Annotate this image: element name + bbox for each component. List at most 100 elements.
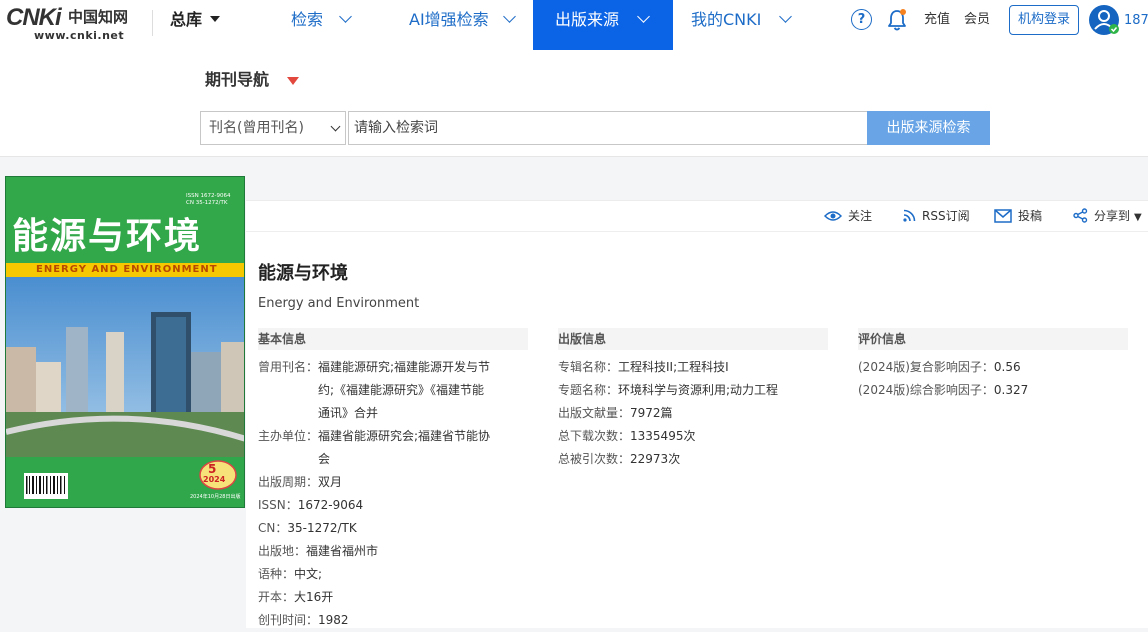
- nav-item-my-cnki[interactable]: 我的CNKI: [691, 0, 793, 50]
- citations-label: 总被引次数：: [558, 452, 631, 466]
- caret-down-icon: ▼: [1134, 212, 1142, 223]
- caret-down-icon[interactable]: [287, 77, 299, 85]
- cn-value: 35-1272/TK: [287, 521, 357, 535]
- evaluation-info-header: 评价信息: [858, 328, 1128, 350]
- chevron-down-icon: [339, 10, 352, 23]
- sponsor-row: 主办单位：: [258, 425, 318, 448]
- topic-row: 专题名称：环境科学与资源利用;动力工程: [558, 379, 778, 402]
- former-names-line: 约;《福建能源研究》《福建节能: [318, 383, 485, 397]
- docs-label: 出版文献量：: [558, 406, 631, 420]
- mail-icon: [994, 208, 1012, 223]
- cover-title-en: ENERGY AND ENVIRONMENT: [36, 264, 218, 275]
- cycle-value: 双月: [318, 475, 343, 489]
- album-label: 专辑名称：: [558, 360, 619, 374]
- composite-impact-label: (2024版)复合影响因子：: [858, 360, 994, 374]
- rss-subscribe-button[interactable]: RSS订阅: [903, 202, 970, 230]
- cnki-logo[interactable]: CNKi 中国知网 www.cnki.net: [6, 5, 134, 43]
- member-link[interactable]: 会员: [964, 0, 990, 40]
- language-value: 中文;: [294, 567, 323, 581]
- journal-cover-image: 能源与环境 ENERGY AND ENVIRONMENT ISSN 1672-9…: [5, 176, 245, 508]
- issn-row: ISSN：1672-9064: [258, 494, 363, 517]
- downloads-row: 总下载次数：1335495次: [558, 425, 695, 448]
- issn-label: ISSN：: [258, 498, 298, 512]
- comprehensive-impact-row: (2024版)综合影响因子：0.327: [858, 379, 1028, 402]
- founded-label: 创刊时间：: [258, 613, 319, 627]
- recharge-link[interactable]: 充值: [924, 0, 950, 40]
- rss-icon: [903, 209, 916, 222]
- share-label: 分享到: [1094, 209, 1131, 223]
- sponsor-value: 福建省能源研究会;福建省节能协 会: [318, 425, 490, 471]
- former-names-label: 曾用刊名：: [258, 360, 319, 374]
- institution-login-button[interactable]: 机构登录: [1009, 5, 1079, 35]
- nav-item-label: 我的CNKI: [691, 10, 762, 29]
- format-value: 大16开: [294, 590, 334, 604]
- docs-row: 出版文献量：7972篇: [558, 402, 673, 425]
- logo-cn-text: 中国知网: [68, 8, 129, 26]
- composite-impact-row: (2024版)复合影响因子：0.56: [858, 356, 1021, 379]
- chevron-down-icon: [637, 10, 650, 23]
- nav-item-label: 出版来源: [555, 10, 620, 29]
- share-icon: [1073, 208, 1088, 223]
- nav-item-label: 检索: [291, 10, 324, 29]
- cn-row: CN：35-1272/TK: [258, 517, 357, 540]
- cycle-label: 出版周期：: [258, 475, 319, 489]
- help-icon[interactable]: ?: [851, 9, 872, 30]
- search-field-select-value: 刊名(曾用刊名): [209, 120, 304, 136]
- format-label: 开本：: [258, 590, 295, 604]
- logo-url-text: www.cnki.net: [34, 29, 125, 42]
- caret-down-icon: [210, 16, 221, 22]
- user-avatar[interactable]: [1089, 5, 1119, 35]
- place-row: 出版地：福建省福州市: [258, 540, 378, 563]
- cover-issn: ISSN 1672-9064: [186, 193, 231, 199]
- database-dropdown[interactable]: 总库: [170, 0, 221, 40]
- topic-label: 专题名称：: [558, 383, 619, 397]
- comprehensive-impact-label: (2024版)综合影响因子：: [858, 383, 994, 397]
- language-label: 语种：: [258, 567, 295, 581]
- chevron-down-icon: [502, 10, 516, 23]
- cover-cn: CN 35-1272/TK: [186, 200, 228, 206]
- sponsor-label: 主办单位：: [258, 429, 319, 443]
- eye-icon: [823, 210, 843, 221]
- composite-impact-value: 0.56: [993, 360, 1021, 374]
- journal-title: 能源与环境: [258, 263, 348, 284]
- nav-item-label: AI增强检索: [409, 10, 489, 29]
- sponsor-line: 福建省能源研究会;福建省节能协: [318, 429, 491, 443]
- search-input[interactable]: [348, 111, 868, 145]
- comprehensive-impact-value: 0.327: [993, 383, 1029, 397]
- place-value: 福建省福州市: [306, 544, 379, 558]
- topic-value: 环境科学与资源利用;动力工程: [618, 383, 779, 397]
- nav-item-publication-source[interactable]: 出版来源: [533, 0, 673, 50]
- sponsor-line: 会: [318, 452, 331, 466]
- former-names-value: 福建能源研究;福建能源开发与节 约;《福建能源研究》《福建节能 通讯》合并: [318, 356, 490, 425]
- former-names-line: 福建能源研究;福建能源开发与节: [318, 360, 491, 374]
- downloads-value: 1335495次: [630, 429, 696, 443]
- former-names-line: 通讯》合并: [318, 406, 379, 420]
- submit-label: 投稿: [1018, 209, 1043, 223]
- founded-row: 创刊时间：1982: [258, 609, 349, 632]
- cover-title-cn: 能源与环境: [12, 215, 203, 257]
- docs-value: 7972篇: [630, 406, 673, 420]
- search-field-select[interactable]: 刊名(曾用刊名): [200, 111, 346, 145]
- rss-label: RSS订阅: [922, 209, 970, 223]
- nav-divider: [152, 10, 153, 36]
- founded-value: 1982: [318, 613, 349, 627]
- follow-label: 关注: [848, 209, 873, 223]
- issn-value: 1672-9064: [297, 498, 364, 512]
- cn-label: CN：: [258, 521, 288, 535]
- nav-item-ai-search[interactable]: AI增强检索: [409, 0, 516, 50]
- follow-button[interactable]: 关注: [823, 202, 873, 230]
- action-bar-divider: [246, 231, 1148, 232]
- chevron-down-icon: [330, 121, 341, 132]
- submit-manuscript-button[interactable]: 投稿: [994, 202, 1042, 230]
- publication-info-header: 出版信息: [558, 328, 828, 350]
- publication-search-button[interactable]: 出版来源检索: [867, 111, 990, 145]
- citations-row: 总被引次数：22973次: [558, 448, 680, 471]
- album-value: 工程科技II;工程科技I: [618, 360, 729, 374]
- former-names-row: 曾用刊名：: [258, 356, 318, 379]
- notification-bell-icon[interactable]: [886, 8, 908, 32]
- nav-item-search[interactable]: 检索: [291, 0, 352, 50]
- share-button[interactable]: 分享到 ▼: [1073, 202, 1142, 230]
- cycle-row: 出版周期：双月: [258, 471, 342, 494]
- citations-value: 22973次: [630, 452, 681, 466]
- journal-navigation-title[interactable]: 期刊导航: [205, 68, 269, 92]
